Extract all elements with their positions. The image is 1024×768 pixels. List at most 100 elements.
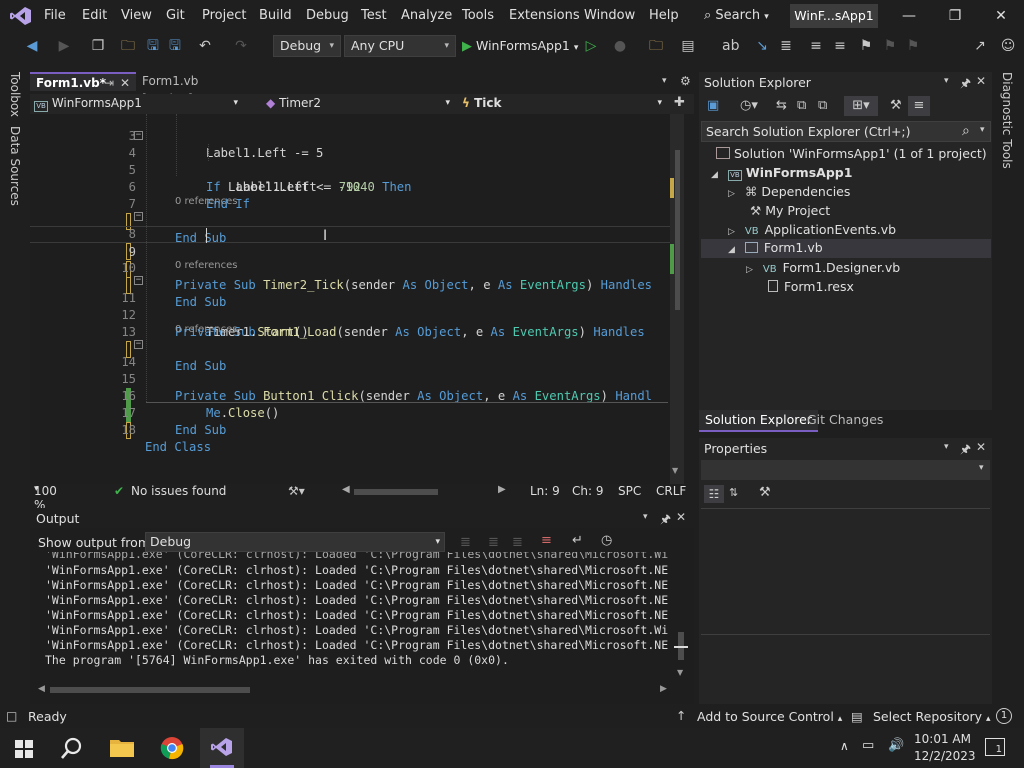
output-vertical-scrollbar[interactable]: ▼ bbox=[674, 552, 688, 682]
save-icon[interactable]: 🖫 bbox=[145, 38, 161, 54]
clock-date[interactable]: 12/2/2023 bbox=[914, 749, 976, 763]
prev-bookmark-icon[interactable]: ⚑ bbox=[882, 38, 898, 54]
clear-all-icon[interactable]: ≡ bbox=[541, 533, 552, 548]
tree-node-solution[interactable]: Solution 'WinFormsApp1' (1 of 1 project) bbox=[716, 145, 987, 163]
object-nav-dropdown[interactable]: ◆ Timer2 ▾ bbox=[266, 94, 454, 114]
tab-form1-vb[interactable]: Form1.vb* ⇥ ✕ bbox=[30, 72, 136, 91]
undo-icon[interactable]: ↶ bbox=[197, 38, 213, 54]
menu-project[interactable]: Project bbox=[202, 8, 246, 23]
step-into-icon[interactable]: ↘ bbox=[754, 38, 770, 54]
filter-icon[interactable]: ⊞▾ bbox=[844, 96, 878, 116]
format-icon[interactable]: ≣ bbox=[778, 38, 794, 54]
window-menu-icon[interactable]: ▾ bbox=[944, 442, 949, 452]
tab-solution-explorer[interactable]: Solution Explorer bbox=[699, 410, 818, 432]
visual-studio-logo-icon[interactable] bbox=[10, 6, 32, 26]
tab-overflow-icon[interactable]: ▾ bbox=[662, 76, 667, 86]
feedback-icon[interactable]: ☺ bbox=[1000, 38, 1016, 54]
chrome-icon[interactable] bbox=[160, 736, 184, 760]
menu-build[interactable]: Build bbox=[259, 8, 292, 23]
menu-analyze[interactable]: Analyze bbox=[401, 8, 452, 23]
preview-selected-icon[interactable]: ≡ bbox=[908, 96, 930, 116]
windows-start-icon[interactable] bbox=[15, 740, 33, 758]
codelens-references[interactable]: 0 references bbox=[30, 260, 684, 272]
switch-views-icon[interactable]: ▣ bbox=[707, 98, 719, 113]
restore-button[interactable]: ❐ bbox=[935, 4, 975, 28]
pending-changes-filter-icon[interactable]: ◷▾ bbox=[740, 98, 758, 113]
menu-debug[interactable]: Debug bbox=[306, 8, 349, 23]
object-selector-dropdown[interactable]: ▾ bbox=[701, 460, 990, 480]
find-message-icon[interactable]: ≣ bbox=[460, 535, 471, 550]
tree-node-dependencies[interactable]: ▷ ⌘ Dependencies bbox=[728, 183, 850, 201]
menu-test[interactable]: Test bbox=[361, 8, 387, 23]
scroll-left-icon[interactable]: ◀ bbox=[342, 484, 350, 495]
file-explorer-icon[interactable] bbox=[110, 737, 134, 757]
visual-studio-taskbar-button[interactable] bbox=[200, 728, 244, 768]
window-menu-icon[interactable]: ▾ bbox=[944, 76, 949, 86]
close-icon[interactable]: ✕ bbox=[120, 74, 130, 92]
comment-icon[interactable]: ≡ bbox=[808, 38, 824, 54]
code-editor[interactable]: 3 Label1.Left -= 5 4 − If Label1.Left <=… bbox=[30, 114, 684, 484]
pin-icon[interactable]: 🖈 bbox=[960, 440, 971, 461]
categorized-icon[interactable]: ☷ bbox=[704, 485, 724, 503]
menu-extensions[interactable]: Extensions bbox=[509, 8, 580, 23]
scroll-left-icon[interactable]: ◀ bbox=[38, 684, 45, 694]
minimize-button[interactable]: — bbox=[889, 4, 929, 28]
collapse-icon[interactable]: − bbox=[134, 131, 143, 140]
clock-time[interactable]: 10:01 AM bbox=[914, 732, 971, 746]
window-menu-icon[interactable]: ▾ bbox=[643, 512, 648, 522]
bookmark-icon[interactable]: ⚑ bbox=[858, 38, 874, 54]
notification-center-icon[interactable]: 1 bbox=[985, 738, 1005, 756]
start-debugging-button[interactable]: ▶ WinFormsApp1 ▾ bbox=[462, 37, 578, 55]
pin-icon[interactable]: 🖈 bbox=[960, 74, 971, 95]
collapse-all-icon[interactable]: ⧉ bbox=[797, 98, 806, 113]
back-icon[interactable]: ◀ bbox=[24, 38, 40, 54]
collapse-icon[interactable]: − bbox=[134, 276, 143, 285]
tree-node-project[interactable]: ◢ VB WinFormsApp1 bbox=[711, 164, 852, 182]
diagnostic-tools-tab[interactable]: Diagnostic Tools bbox=[1000, 72, 1014, 169]
next-message-icon[interactable]: ≣ bbox=[512, 535, 523, 550]
spacing-indicator[interactable]: SPC bbox=[618, 484, 641, 498]
tab-form1-designer[interactable]: Form1.vb [Design]* bbox=[136, 72, 256, 106]
volume-icon[interactable]: 🔊 bbox=[888, 738, 904, 753]
tree-node-form1-designer[interactable]: ▷ VB Form1.Designer.vb bbox=[746, 259, 900, 277]
scroll-right-icon[interactable]: ▶ bbox=[498, 484, 506, 495]
live-share-icon[interactable]: ↗ bbox=[972, 38, 988, 54]
select-repository-button[interactable]: Select Repository ▴ bbox=[873, 709, 991, 724]
horizontal-scrollbar-thumb[interactable] bbox=[354, 489, 438, 495]
network-icon[interactable]: ▭ bbox=[862, 738, 874, 753]
output-horizontal-scrollbar-thumb[interactable] bbox=[50, 687, 250, 693]
save-all-icon[interactable]: 🖫 bbox=[167, 38, 183, 54]
menu-edit[interactable]: Edit bbox=[82, 8, 107, 23]
notifications-bell-icon[interactable]: 1 bbox=[996, 708, 1012, 724]
collapse-icon[interactable]: − bbox=[134, 340, 143, 349]
menu-git[interactable]: Git bbox=[166, 8, 185, 23]
codelens-references[interactable]: 0 references bbox=[30, 196, 684, 208]
global-search-button[interactable]: ⌕ Search ▾ bbox=[704, 8, 769, 23]
solution-search-input[interactable]: Search Solution Explorer (Ctrl+;) ⌕ ▾ bbox=[701, 121, 991, 142]
open-folder-icon[interactable]: 🗀 bbox=[120, 38, 136, 54]
issues-label[interactable]: No issues found bbox=[131, 484, 226, 498]
scrollbar-thumb[interactable] bbox=[675, 150, 680, 310]
redo-icon[interactable]: ↷ bbox=[233, 38, 249, 54]
scroll-down-icon[interactable]: ▼ bbox=[677, 668, 683, 677]
add-to-source-control-button[interactable]: Add to Source Control ▴ bbox=[697, 709, 842, 724]
property-pages-icon[interactable]: ⚒ bbox=[759, 485, 771, 500]
column-indicator[interactable]: Ch: 9 bbox=[572, 484, 603, 498]
line-ending-indicator[interactable]: CRLF bbox=[656, 484, 686, 498]
layout-icon[interactable]: ▤ bbox=[680, 38, 696, 54]
show-all-files-icon[interactable]: ⧉ bbox=[818, 98, 827, 113]
vertical-scrollbar[interactable]: ▼ bbox=[670, 114, 684, 484]
codelens-references[interactable]: 0 references bbox=[30, 324, 684, 336]
uncomment-icon[interactable]: ≡ bbox=[832, 38, 848, 54]
menu-help[interactable]: Help bbox=[649, 8, 679, 23]
forward-icon[interactable]: ▶ bbox=[56, 38, 72, 54]
search-icon[interactable] bbox=[60, 736, 84, 760]
sync-icon[interactable]: ⇆ bbox=[776, 98, 787, 113]
code-cleanup-icon[interactable]: ⚒▾ bbox=[288, 484, 305, 498]
menu-window[interactable]: Window bbox=[584, 8, 635, 23]
output-source-dropdown[interactable]: Debug ▾ bbox=[145, 532, 445, 552]
menu-file[interactable]: File bbox=[44, 8, 66, 23]
properties-wrench-icon[interactable]: ⚒ bbox=[890, 98, 902, 113]
spell-check-icon[interactable]: ab bbox=[722, 38, 739, 54]
line-indicator[interactable]: Ln: 9 bbox=[530, 484, 560, 498]
